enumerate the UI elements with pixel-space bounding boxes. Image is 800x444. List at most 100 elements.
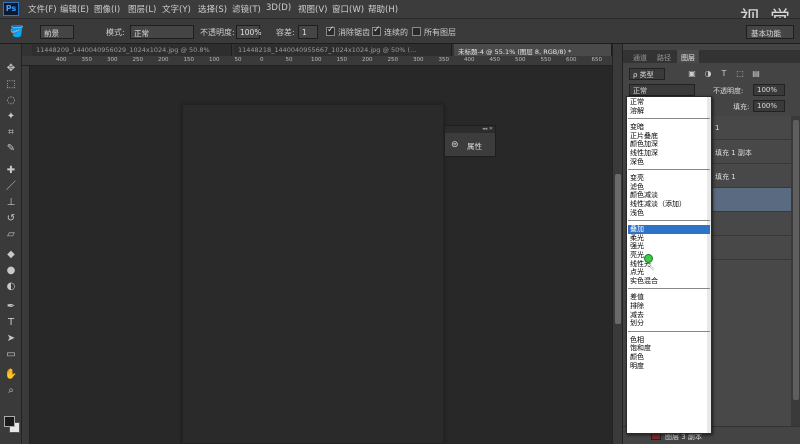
menu-item[interactable]: 图层(L) bbox=[128, 3, 156, 15]
menu-item[interactable]: 3D(D) bbox=[266, 3, 291, 13]
eraser-tool-icon[interactable]: ▱ bbox=[3, 228, 19, 242]
blend-mode-option[interactable]: 明度 bbox=[628, 362, 710, 371]
blend-mode-option[interactable]: 亮光 bbox=[628, 251, 710, 260]
tab-document-3[interactable]: 未标题-4 @ 55.1% (图层 8, RGB/8) * bbox=[454, 44, 612, 56]
opacity-input[interactable]: 100% bbox=[236, 25, 261, 39]
antialias-label: 消除锯齿 bbox=[338, 28, 370, 37]
tab-layers[interactable]: 图层 bbox=[677, 50, 699, 63]
vertical-ruler[interactable] bbox=[22, 66, 30, 444]
blend-mode-option[interactable]: 颜色减淡 bbox=[628, 191, 710, 200]
healing-brush-tool-icon[interactable]: ✚ bbox=[3, 164, 19, 178]
antialias-checkbox[interactable] bbox=[326, 25, 335, 36]
layer-opacity-input[interactable]: 100% bbox=[753, 84, 785, 96]
mode-select[interactable]: 正常 bbox=[130, 25, 194, 39]
contiguous-checkbox[interactable] bbox=[372, 25, 381, 36]
blend-mode-option[interactable]: 颜色 bbox=[628, 353, 710, 362]
panel-collapse-icon[interactable]: ◂◂ ✕ bbox=[445, 126, 495, 133]
layer-row[interactable] bbox=[713, 212, 791, 236]
menu-item[interactable]: 文字(Y) bbox=[162, 3, 191, 15]
blend-mode-option[interactable]: 划分 bbox=[628, 319, 710, 328]
brush-tool-icon[interactable]: ／ bbox=[3, 180, 19, 194]
layer-fill-input[interactable]: 100% bbox=[753, 100, 785, 112]
clone-stamp-tool-icon[interactable]: ⊥ bbox=[3, 196, 19, 210]
zoom-tool-icon[interactable]: ⌕ bbox=[3, 384, 19, 398]
scrollbar-thumb[interactable] bbox=[615, 174, 621, 324]
blend-mode-option[interactable]: 变亮 bbox=[628, 174, 710, 183]
menu-item[interactable]: 图像(I) bbox=[94, 3, 120, 15]
pen-tool-icon[interactable]: ✒ bbox=[3, 300, 19, 314]
menu-item[interactable]: 视图(V) bbox=[298, 3, 327, 15]
tab-paths[interactable]: 路径 bbox=[653, 50, 675, 63]
blend-mode-option[interactable]: 叠加 bbox=[628, 225, 710, 234]
crop-tool-icon[interactable]: ⌗ bbox=[3, 126, 19, 140]
path-selection-tool-icon[interactable]: ➤ bbox=[3, 332, 19, 346]
layer-row[interactable] bbox=[713, 236, 791, 260]
type-tool-icon[interactable]: T bbox=[3, 316, 19, 330]
tab-document-2[interactable]: 11448218_1440040955667_1024x1024.jpg @ 5… bbox=[234, 44, 452, 56]
blend-mode-option[interactable]: 正常 bbox=[628, 98, 710, 107]
smart-object-filter-icon[interactable]: ▤ bbox=[751, 69, 761, 79]
all-layers-checkbox[interactable] bbox=[412, 27, 421, 36]
blend-mode-option[interactable]: 深色 bbox=[628, 158, 710, 167]
pixel-filter-icon[interactable]: ▣ bbox=[687, 69, 697, 79]
menu-item[interactable]: 选择(S) bbox=[198, 3, 227, 15]
blend-mode-select[interactable]: 正常 bbox=[629, 84, 695, 96]
tab-document-1[interactable]: 11448209_1440040956029_1024x1024.jpg @ 5… bbox=[32, 44, 232, 56]
eyedropper-tool-icon[interactable]: ✎ bbox=[3, 142, 19, 156]
foreground-color-swatch[interactable] bbox=[4, 416, 15, 427]
menu-item[interactable]: 文件(F) bbox=[28, 3, 57, 15]
menu-item[interactable]: 窗口(W) bbox=[332, 3, 364, 15]
layers-scrollbar[interactable] bbox=[791, 116, 800, 444]
blend-mode-option[interactable]: 点光 bbox=[628, 268, 710, 277]
canvas-area[interactable] bbox=[30, 66, 612, 444]
type-filter-icon[interactable]: T bbox=[719, 69, 729, 79]
fill-source-select[interactable]: 前景 bbox=[40, 25, 74, 39]
canvas-scrollbar[interactable] bbox=[612, 44, 622, 444]
history-brush-tool-icon[interactable]: ↺ bbox=[3, 212, 19, 226]
hand-tool-icon[interactable]: ✋ bbox=[3, 368, 19, 382]
scrollbar-thumb[interactable] bbox=[793, 120, 799, 400]
layer-row[interactable]: 填充 1 副本 bbox=[713, 140, 791, 164]
properties-panel[interactable]: ◂◂ ✕ ⊜ 属性 bbox=[444, 125, 496, 157]
magic-wand-tool-icon[interactable]: ✦ bbox=[3, 110, 19, 124]
blend-mode-option[interactable]: 颜色加深 bbox=[628, 140, 710, 149]
paint-bucket-icon[interactable]: 🪣 bbox=[10, 25, 24, 39]
tolerance-input[interactable]: 1 bbox=[298, 25, 318, 39]
blend-mode-option[interactable]: 溶解 bbox=[628, 107, 710, 116]
shape-filter-icon[interactable]: ⬚ bbox=[735, 69, 745, 79]
tab-channels[interactable]: 通道 bbox=[629, 50, 651, 63]
move-tool-icon[interactable]: ✥ bbox=[3, 62, 19, 76]
blend-mode-option[interactable]: 浅色 bbox=[628, 209, 710, 218]
dodge-tool-icon[interactable]: ◐ bbox=[3, 280, 19, 294]
blend-mode-option[interactable]: 线性加深 bbox=[628, 149, 710, 158]
filter-label: 类型 bbox=[639, 71, 654, 79]
menu-item[interactable]: 编辑(E) bbox=[60, 3, 89, 15]
blend-mode-option[interactable]: 实色混合 bbox=[628, 277, 710, 286]
layer-row[interactable]: 1 bbox=[713, 116, 791, 140]
layer-row-selected[interactable] bbox=[713, 188, 791, 212]
blend-mode-option[interactable]: 减去 bbox=[628, 311, 710, 320]
layer-row[interactable]: 填充 1 bbox=[713, 164, 791, 188]
shape-tool-icon[interactable]: ▭ bbox=[3, 348, 19, 362]
blur-tool-icon[interactable]: ● bbox=[3, 264, 19, 278]
ruler-tick-label: 400 bbox=[464, 57, 475, 63]
blend-mode-dropdown[interactable]: 正常 溶解 变暗 正片叠底 颜色加深 线性加深 深色 变亮 滤色 颜色减淡 线性减淡（添加） 浅色 叠加… bbox=[626, 96, 712, 434]
layer-filter-select[interactable]: ρ 类型 bbox=[629, 68, 665, 80]
paint-bucket-tool-icon[interactable]: ◆ bbox=[3, 248, 19, 262]
document-canvas[interactable] bbox=[182, 104, 444, 444]
blend-mode-option[interactable]: 线性减淡（添加） bbox=[628, 200, 710, 209]
workspace-select[interactable]: 基本功能 bbox=[746, 25, 794, 39]
adjustment-filter-icon[interactable]: ◑ bbox=[703, 69, 713, 79]
blend-mode-option[interactable]: 线性光 bbox=[628, 260, 710, 269]
tools-panel: ✥ ⬚ ◌ ✦ ⌗ ✎ ✚ ／ ⊥ ↺ ▱ ◆ ● ◐ ✒ T ➤ ▭ ✋ ⌕ bbox=[0, 44, 22, 444]
blend-mode-option[interactable]: 强光 bbox=[628, 242, 710, 251]
blend-mode-option[interactable]: 差值 bbox=[628, 293, 710, 302]
horizontal-ruler[interactable]: 400 350 300 250 200 150 100 50 0 50 100 150 200 250 30… bbox=[22, 56, 628, 66]
blend-mode-option[interactable]: 排除 bbox=[628, 302, 710, 311]
marquee-tool-icon[interactable]: ⬚ bbox=[3, 78, 19, 92]
blend-mode-option[interactable]: 变暗 bbox=[628, 123, 710, 132]
lasso-tool-icon[interactable]: ◌ bbox=[3, 94, 19, 108]
menu-item[interactable]: 滤镜(T) bbox=[232, 3, 261, 15]
blend-mode-option[interactable]: 饱和度 bbox=[628, 344, 710, 353]
menu-item[interactable]: 帮助(H) bbox=[368, 3, 398, 15]
